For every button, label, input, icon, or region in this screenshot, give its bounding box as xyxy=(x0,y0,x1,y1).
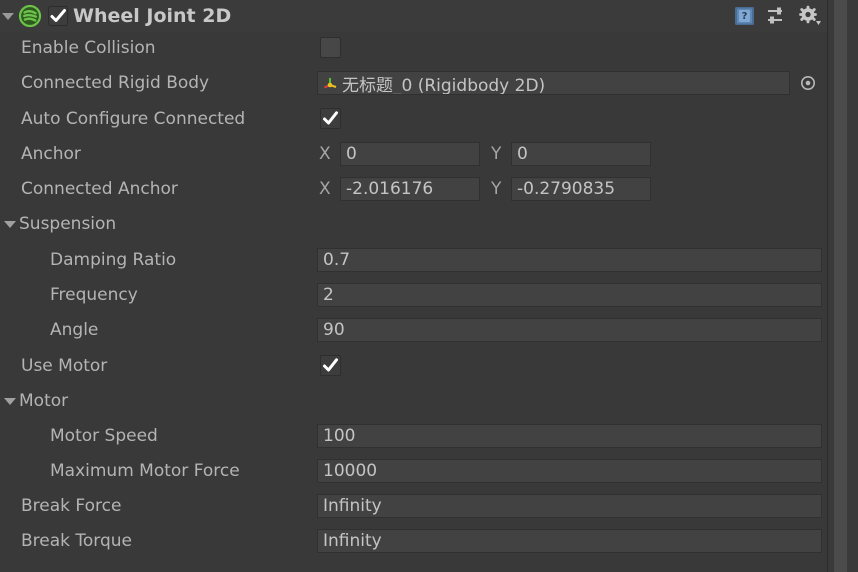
row-connected-anchor: Connected Anchor X -2.016176 Y -0.279083… xyxy=(0,173,828,205)
connected-anchor-x-axis-label: X xyxy=(319,179,331,199)
motor-speed-input[interactable]: 100 xyxy=(317,424,822,448)
motor-section-label: Motor xyxy=(19,391,69,411)
damping-ratio-input[interactable]: 0.7 xyxy=(317,248,822,272)
angle-input[interactable]: 90 xyxy=(317,318,822,342)
suspension-section-header[interactable]: Suspension xyxy=(0,208,828,240)
anchor-x-axis-label: X xyxy=(319,144,331,164)
row-enable-collision: Enable Collision xyxy=(0,32,828,64)
vertical-scrollbar[interactable] xyxy=(827,0,858,572)
inspector-panel: Wheel Joint 2D ? Enable Collision Connec… xyxy=(0,0,858,572)
angle-label: Angle xyxy=(50,320,99,340)
auto-configure-connected-label: Auto Configure Connected xyxy=(21,109,246,129)
connected-rigid-body-field[interactable]: 无标题_0 (Rigidbody 2D) xyxy=(317,71,790,95)
row-use-motor: Use Motor xyxy=(0,350,828,382)
row-auto-configure-connected: Auto Configure Connected xyxy=(0,103,828,135)
preset-icon[interactable] xyxy=(766,5,788,27)
header-icon-group: ? xyxy=(734,0,822,32)
svg-text:?: ? xyxy=(742,11,748,22)
anchor-y-axis-label: Y xyxy=(491,144,502,164)
settings-gear-icon[interactable] xyxy=(798,5,822,27)
row-frequency: Frequency 2 xyxy=(0,279,828,311)
connected-anchor-y-axis-label: Y xyxy=(491,179,502,199)
enable-collision-label: Enable Collision xyxy=(21,38,156,58)
anchor-label: Anchor xyxy=(21,144,81,164)
connected-anchor-x-input[interactable]: -2.016176 xyxy=(340,177,480,201)
row-maximum-motor-force: Maximum Motor Force 10000 xyxy=(0,455,828,487)
wheel-joint-2d-icon xyxy=(18,4,42,28)
connected-anchor-label: Connected Anchor xyxy=(21,179,178,199)
connected-anchor-y-input[interactable]: -0.2790835 xyxy=(511,177,651,201)
object-picker-icon[interactable] xyxy=(798,71,818,95)
use-motor-label: Use Motor xyxy=(21,356,108,376)
connected-rigid-body-value: 无标题_0 (Rigidbody 2D) xyxy=(342,75,546,95)
break-torque-label: Break Torque xyxy=(21,531,133,551)
frequency-label: Frequency xyxy=(50,285,138,305)
help-icon[interactable]: ? xyxy=(734,5,756,27)
component-title: Wheel Joint 2D xyxy=(73,5,232,27)
chevron-down-icon xyxy=(2,12,14,20)
row-damping-ratio: Damping Ratio 0.7 xyxy=(0,244,828,276)
row-motor-speed: Motor Speed 100 xyxy=(0,420,828,452)
vertical-scrollbar-thumb[interactable] xyxy=(834,0,847,572)
break-torque-input[interactable]: Infinity xyxy=(317,529,822,553)
anchor-y-input[interactable]: 0 xyxy=(511,142,651,166)
row-angle: Angle 90 xyxy=(0,314,828,346)
component-header[interactable]: Wheel Joint 2D ? xyxy=(0,0,828,32)
row-anchor: Anchor X 0 Y 0 xyxy=(0,138,828,170)
chevron-down-icon xyxy=(4,397,16,405)
anchor-x-input[interactable]: 0 xyxy=(340,142,480,166)
use-motor-checkbox[interactable] xyxy=(320,355,341,376)
row-break-force: Break Force Infinity xyxy=(0,490,828,522)
chevron-down-icon xyxy=(4,220,16,228)
motor-speed-label: Motor Speed xyxy=(50,426,158,446)
maximum-motor-force-input[interactable]: 10000 xyxy=(317,459,822,483)
enable-collision-checkbox[interactable] xyxy=(320,37,341,58)
transform-gizmo-icon xyxy=(321,74,339,92)
suspension-section-label: Suspension xyxy=(19,214,117,234)
row-break-torque: Break Torque Infinity xyxy=(0,525,828,557)
auto-configure-connected-checkbox[interactable] xyxy=(320,108,341,129)
row-connected-rigid-body: Connected Rigid Body 无标题_0 (Rigidbody 2D… xyxy=(0,67,828,99)
break-force-input[interactable]: Infinity xyxy=(317,494,822,518)
component-enabled-checkbox[interactable] xyxy=(48,6,68,26)
motor-section-header[interactable]: Motor xyxy=(0,385,828,417)
maximum-motor-force-label: Maximum Motor Force xyxy=(50,461,240,481)
component-foldout-toggle[interactable] xyxy=(0,0,16,32)
damping-ratio-label: Damping Ratio xyxy=(50,250,177,270)
frequency-input[interactable]: 2 xyxy=(317,283,822,307)
connected-rigid-body-label: Connected Rigid Body xyxy=(21,73,210,93)
break-force-label: Break Force xyxy=(21,496,122,516)
